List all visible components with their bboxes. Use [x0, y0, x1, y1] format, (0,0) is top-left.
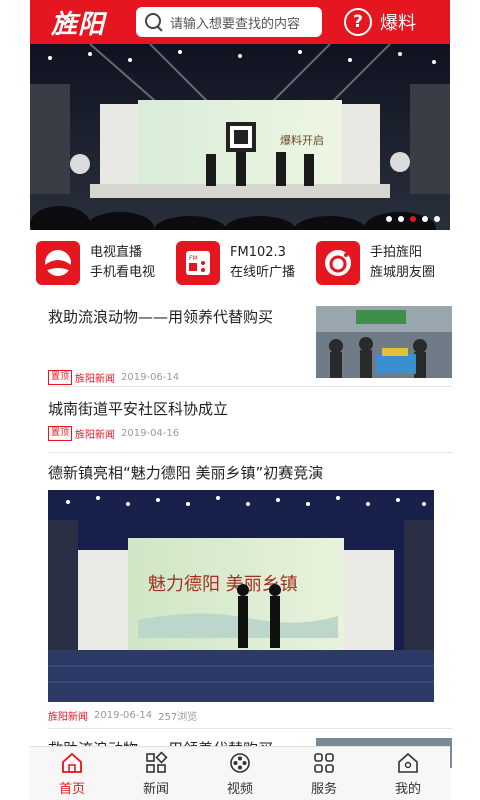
banner-screen-text: 爆料开启 [280, 133, 324, 147]
tab-profile[interactable]: 我的 [366, 747, 450, 800]
divider [48, 386, 452, 387]
news-item[interactable]: 城南街道平安社区科协成立 置顶 旌阳新闻 2019-04-16 [48, 398, 452, 452]
news-date: 2019-04-16 [121, 428, 180, 439]
search-placeholder: 请输入想要查找的内容 [170, 16, 301, 32]
quick-links: 电视直播 手机看电视 FM FM102.3 在线听广播 手拍旌阳 旌城朋友圈 [30, 232, 450, 294]
news-meta: 置顶 旌阳新闻 2019-06-14 [48, 370, 179, 385]
news-icon [143, 750, 169, 776]
tab-home[interactable]: 首页 [30, 747, 114, 800]
service-icon [311, 750, 337, 776]
tab-label: 视频 [226, 782, 253, 797]
divider [48, 452, 452, 453]
baoliao-label: 爆料 [380, 13, 416, 34]
camera-icon [316, 241, 360, 285]
carousel-indicator [386, 216, 440, 222]
quick-link-title: 手拍旌阳 [370, 245, 423, 260]
svg-text:FM: FM [189, 255, 198, 262]
app-page: 旌阳 请输入想要查找的内容 ? 爆料 爆料开启 电视直播 手机看电视 FM FM… [0, 0, 480, 800]
quick-link-title: FM102.3 [230, 245, 286, 260]
carousel-dot[interactable] [434, 216, 440, 222]
profile-icon [395, 750, 421, 776]
news-source: 旌阳新闻 [75, 374, 116, 385]
question-icon: ? [344, 8, 372, 36]
baoliao-button[interactable]: ? 爆料 [344, 8, 416, 36]
app-logo[interactable]: 旌阳 [30, 0, 126, 44]
carousel-dot[interactable] [410, 216, 416, 222]
news-item[interactable]: 德新镇亮相“魅力德阳 美丽乡镇”初赛竞演 魅力德阳 美丽乡镇 旌阳新闻 2019… [48, 462, 452, 723]
news-thumbnail [316, 306, 452, 378]
news-date: 2019-06-14 [121, 372, 180, 383]
tab-news[interactable]: 新闻 [114, 747, 198, 800]
news-title: 救助流浪动物——用领养代替购买 [48, 308, 274, 326]
news-source: 旌阳新闻 [75, 430, 116, 441]
video-icon [227, 750, 253, 776]
tab-service[interactable]: 服务 [282, 747, 366, 800]
pinned-badge: 置顶 [48, 370, 73, 385]
banner-carousel[interactable]: 爆料开启 [30, 44, 450, 230]
tab-label: 我的 [394, 782, 421, 797]
pinned-badge: 置顶 [48, 426, 73, 441]
quick-link-subtitle: 旌城朋友圈 [370, 265, 436, 280]
quick-link-title: 电视直播 [90, 245, 143, 260]
news-item[interactable]: 救助流浪动物——用领养代替购买 置顶 旌阳新闻 2019-06-14 [48, 306, 452, 396]
news-source: 旌阳新闻 [48, 712, 88, 723]
news-video-thumbnail: 魅力德阳 美丽乡镇 [48, 490, 434, 702]
search-icon [144, 12, 164, 32]
news-meta: 旌阳新闻 2019-06-14 257浏览 [48, 708, 197, 723]
quick-link-radio[interactable]: FM FM102.3 在线听广播 [170, 232, 310, 294]
home-icon [59, 750, 85, 776]
quick-link-subtitle: 在线听广播 [230, 265, 296, 280]
quick-link-subtitle: 手机看电视 [90, 265, 156, 280]
news-views: 257浏览 [158, 712, 198, 723]
quick-link-camera[interactable]: 手拍旌阳 旌城朋友圈 [310, 232, 450, 294]
news-title: 德新镇亮相“魅力德阳 美丽乡镇”初赛竞演 [48, 464, 324, 482]
carousel-dot[interactable] [386, 216, 392, 222]
tab-label: 新闻 [142, 782, 169, 797]
divider [48, 728, 452, 729]
carousel-dot[interactable] [422, 216, 428, 222]
top-header: 旌阳 请输入想要查找的内容 ? 爆料 [30, 0, 450, 44]
quick-link-tv[interactable]: 电视直播 手机看电视 [30, 232, 170, 294]
search-bar[interactable]: 请输入想要查找的内容 [136, 7, 322, 37]
news-date: 2019-06-14 [94, 710, 153, 721]
bottom-tab-bar: 首页 新闻 视频 服务 我的 [30, 746, 450, 800]
tv-icon [36, 241, 80, 285]
news-meta: 置顶 旌阳新闻 2019-04-16 [48, 426, 179, 441]
banner-image: 爆料开启 [30, 44, 450, 230]
carousel-dot[interactable] [398, 216, 404, 222]
tab-video[interactable]: 视频 [198, 747, 282, 800]
tab-label: 服务 [310, 782, 337, 797]
news-title: 城南街道平安社区科协成立 [48, 400, 229, 418]
radio-icon: FM [176, 241, 220, 285]
tab-label: 首页 [58, 782, 85, 797]
